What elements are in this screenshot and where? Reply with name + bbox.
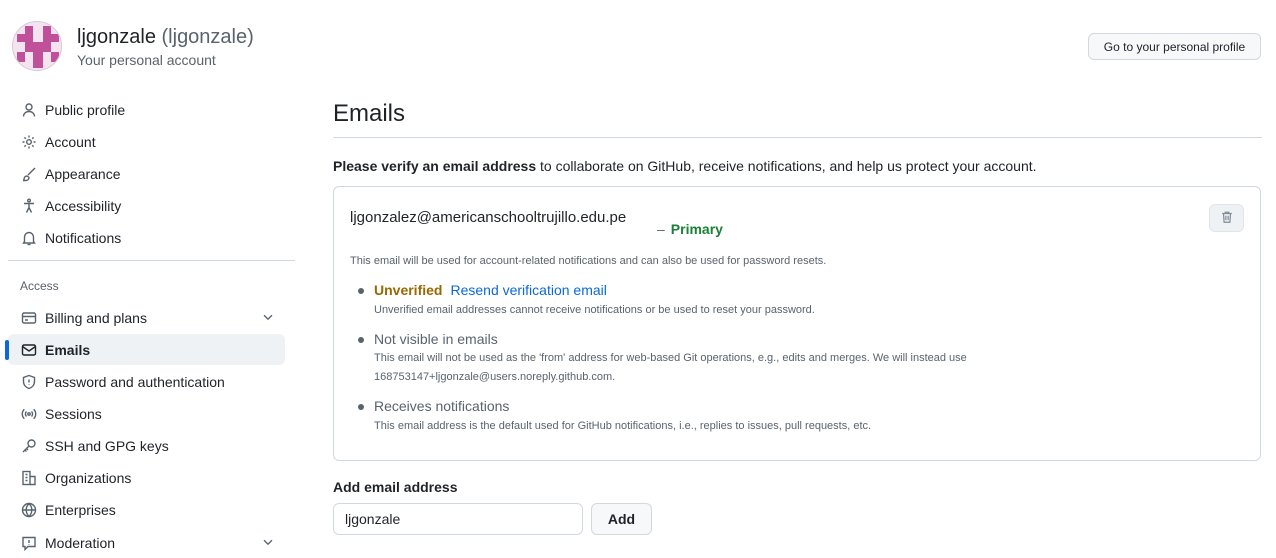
sidebar-divider xyxy=(8,260,295,261)
go-to-profile-button[interactable]: Go to your personal profile xyxy=(1088,33,1261,60)
bullet xyxy=(358,404,364,410)
sidebar-item-label: Public profile xyxy=(45,101,126,118)
receives-notifications-title: Receives notifications xyxy=(374,398,510,414)
sidebar-item-moderation[interactable]: Moderation xyxy=(8,527,285,558)
active-indicator xyxy=(5,340,9,360)
not-visible-description: This email will not be used as the 'from… xyxy=(374,352,967,383)
verify-notice: Please verify an email address to collab… xyxy=(333,158,1037,174)
email-description: This email will be used for account-rela… xyxy=(350,255,827,267)
sidebar-item-label: Accessibility xyxy=(45,197,122,214)
sidebar-item-appearance[interactable]: Appearance xyxy=(8,158,285,189)
credit-card-icon xyxy=(21,310,37,326)
sidebar-item-label: Moderation xyxy=(45,534,116,551)
primary-dash: – xyxy=(657,221,665,237)
unverified-description: Unverified email addresses cannot receiv… xyxy=(374,304,815,316)
shield-icon xyxy=(21,374,37,390)
sidebar-item-label: Emails xyxy=(45,341,91,358)
bullet xyxy=(358,288,364,294)
sidebar-item-account[interactable]: Account xyxy=(8,126,285,157)
account-subtitle: Your personal account xyxy=(77,52,216,68)
mail-icon xyxy=(21,342,37,358)
sidebar-item-enterprises[interactable]: Enterprises xyxy=(8,494,285,525)
unverified-row: Unverified Resend verification email xyxy=(374,282,607,298)
person-icon xyxy=(21,102,37,118)
sidebar-item-label: Notifications xyxy=(45,229,122,246)
sidebar-item-label: Sessions xyxy=(45,405,102,422)
sidebar-item-label: Appearance xyxy=(45,165,121,182)
user-login: (ljgonzale) xyxy=(161,26,254,48)
primary-text: Primary xyxy=(670,221,723,237)
add-email-label: Add email address xyxy=(333,479,458,495)
account-name: ljgonzale (ljgonzale) xyxy=(77,26,254,49)
email-address: ljgonzalez@americanschooltrujillo.edu.pe xyxy=(350,209,627,226)
chevron-down-icon[interactable] xyxy=(261,535,275,552)
sidebar-item-organizations[interactable]: Organizations xyxy=(8,462,285,493)
sidebar-item-sessions[interactable]: Sessions xyxy=(8,398,285,429)
delete-email-button[interactable] xyxy=(1209,204,1244,232)
page-title: Emails xyxy=(333,100,406,127)
avatar[interactable] xyxy=(12,21,62,71)
sidebar-item-ssh-gpg-keys[interactable]: SSH and GPG keys xyxy=(8,430,285,461)
add-email-input[interactable] xyxy=(333,503,583,535)
sidebar-item-label: Enterprises xyxy=(45,501,116,518)
verify-notice-bold: Please verify an email address xyxy=(333,158,537,174)
sidebar-item-label: SSH and GPG keys xyxy=(45,437,169,454)
primary-label: – Primary xyxy=(657,221,723,237)
sidebar-item-label: Password and authentication xyxy=(45,373,225,390)
sidebar-item-label: Billing and plans xyxy=(45,309,147,326)
accessibility-icon xyxy=(21,198,37,214)
sidebar-heading-access: Access xyxy=(20,279,59,293)
sidebar-item-public-profile[interactable]: Public profile xyxy=(8,94,285,125)
bell-icon xyxy=(21,230,37,246)
sidebar-item-label: Organizations xyxy=(45,469,132,486)
title-divider xyxy=(333,137,1262,138)
sidebar-item-password[interactable]: Password and authentication xyxy=(8,366,285,397)
bullet xyxy=(358,337,364,343)
broadcast-icon xyxy=(21,406,37,422)
verify-notice-text: to collaborate on GitHub, receive notifi… xyxy=(536,158,1037,174)
key-icon xyxy=(21,438,37,454)
report-icon xyxy=(21,535,37,551)
receives-notifications-description: This email address is the default used f… xyxy=(374,420,872,432)
sidebar-item-billing[interactable]: Billing and plans xyxy=(8,302,285,333)
sidebar-item-accessibility[interactable]: Accessibility xyxy=(8,190,285,221)
not-visible-title: Not visible in emails xyxy=(374,331,498,347)
sidebar-item-label: Account xyxy=(45,133,96,150)
chevron-down-icon[interactable] xyxy=(261,310,275,327)
add-email-button[interactable]: Add xyxy=(591,503,652,535)
organization-icon xyxy=(21,470,37,486)
email-card: ljgonzalez@americanschooltrujillo.edu.pe… xyxy=(333,186,1261,461)
globe-icon xyxy=(21,502,37,518)
unverified-label: Unverified xyxy=(374,282,443,298)
sidebar-item-emails[interactable]: Emails xyxy=(5,334,285,365)
gear-icon xyxy=(21,134,37,150)
trash-icon xyxy=(1220,210,1234,227)
header: ljgonzale (ljgonzale) Your personal acco… xyxy=(0,0,1276,90)
resend-verification-link[interactable]: Resend verification email xyxy=(450,282,606,298)
paintbrush-icon xyxy=(21,166,37,182)
sidebar-item-notifications[interactable]: Notifications xyxy=(8,222,285,253)
user-name: ljgonzale xyxy=(77,26,156,48)
